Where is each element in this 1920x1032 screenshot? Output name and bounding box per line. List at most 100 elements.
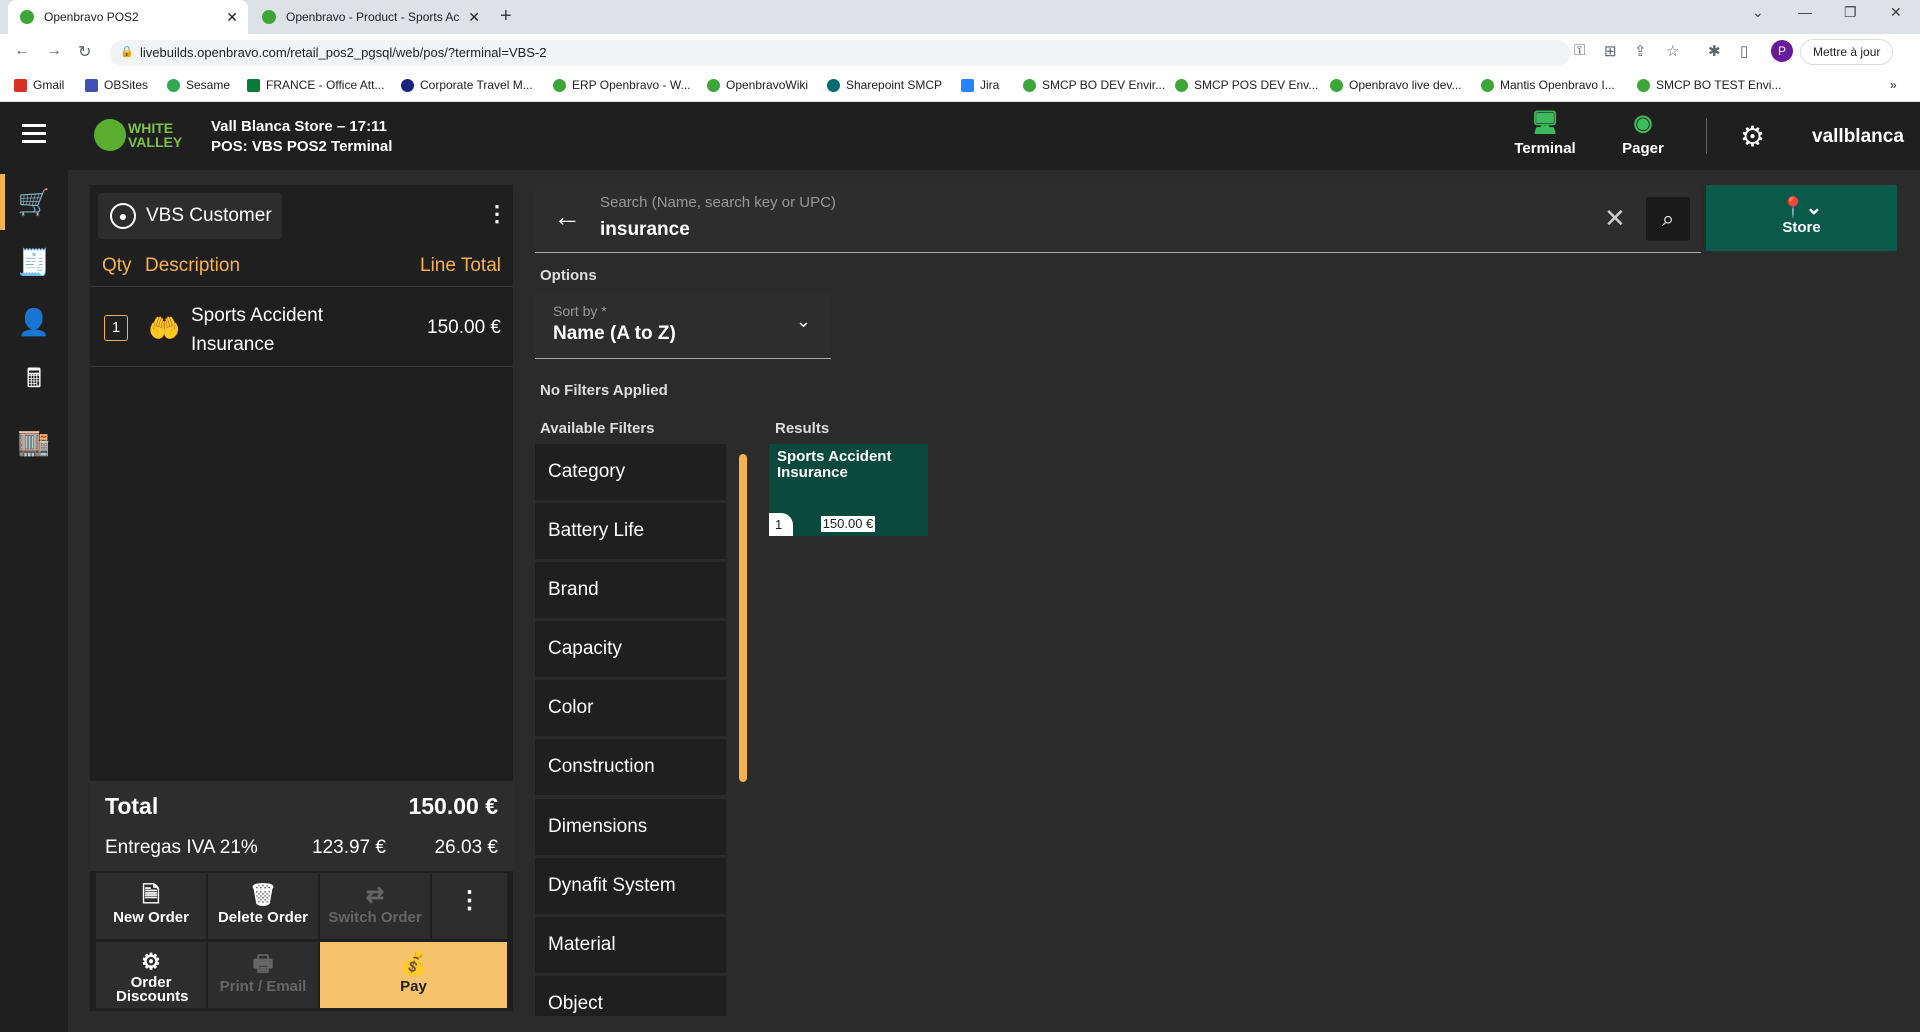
- insurance-hand-icon: 🤲: [148, 313, 181, 343]
- pos-top-bar: WHITE VALLEY Vall Blanca Store – 17:11 P…: [0, 102, 1920, 170]
- browser-tab-strip: Openbravo POS2 ✕ Openbravo - Product - S…: [0, 0, 1920, 34]
- gear-icon[interactable]: ⚙: [1740, 120, 1765, 153]
- filter-capacity[interactable]: Capacity: [535, 621, 726, 677]
- password-key-icon[interactable]: ⚿: [1574, 42, 1585, 59]
- filter-battery-life[interactable]: Battery Life: [535, 503, 726, 559]
- username[interactable]: vallblanca: [1812, 126, 1904, 148]
- cash-register-icon[interactable]: 🖩: [0, 354, 68, 410]
- back-icon[interactable]: ←: [14, 42, 30, 60]
- filter-dynafit-system[interactable]: Dynafit System: [535, 858, 726, 914]
- filter-dimensions[interactable]: Dimensions: [535, 799, 726, 855]
- terminal-button[interactable]: 🖥 Terminal: [1505, 110, 1585, 157]
- ticket-line[interactable]: 1 🤲 Sports Accident Insurance 150.00 €: [90, 291, 513, 367]
- bookmark-france-office[interactable]: FRANCE - Office Att...: [247, 78, 384, 92]
- line-qty[interactable]: 1: [104, 315, 128, 341]
- forward-icon[interactable]: →: [46, 42, 62, 60]
- clear-icon[interactable]: ✕: [1604, 203, 1626, 234]
- filter-category[interactable]: Category: [535, 444, 726, 500]
- search-placeholder: Search (Name, search key or UPC): [600, 194, 836, 211]
- bookmark-smcp-bo-test[interactable]: SMCP BO TEST Envi...: [1637, 78, 1781, 92]
- bookmark-corporate-travel[interactable]: Corporate Travel M...: [401, 78, 533, 92]
- filter-object[interactable]: Object: [535, 976, 726, 1016]
- bookmark-gmail[interactable]: Gmail: [14, 78, 64, 92]
- more-bookmarks-icon[interactable]: »: [1890, 78, 1897, 92]
- new-tab-icon[interactable]: +: [500, 5, 512, 28]
- no-filters-applied: No Filters Applied: [540, 382, 668, 399]
- store-filter-button[interactable]: 📍⌄ Store: [1706, 185, 1897, 251]
- translate-icon[interactable]: ⊞: [1604, 42, 1617, 60]
- tab-search-icon[interactable]: ⌄: [1752, 4, 1764, 21]
- more-actions-button[interactable]: ⋮: [432, 873, 507, 939]
- sesame-icon: [167, 78, 180, 92]
- order-discounts-button[interactable]: ⚙ Order Discounts: [96, 942, 206, 1008]
- bookmark-smcp-bo-dev[interactable]: SMCP BO DEV Envir...: [1023, 78, 1165, 92]
- openbravo-icon: [1330, 78, 1343, 92]
- bookmark-sesame[interactable]: Sesame: [167, 78, 230, 92]
- bookmark-jira[interactable]: Jira: [961, 78, 999, 92]
- close-tab-icon[interactable]: ✕: [226, 9, 238, 26]
- pos-app: WHITE VALLEY Vall Blanca Store – 17:11 P…: [0, 102, 1920, 1032]
- filter-brand[interactable]: Brand: [535, 562, 726, 618]
- browser-tab-pos2[interactable]: Openbravo POS2 ✕: [8, 0, 248, 34]
- restore-icon[interactable]: ❐: [1844, 4, 1857, 21]
- store-time: Vall Blanca Store – 17:11: [211, 118, 387, 135]
- pager-button[interactable]: ◉ Pager: [1603, 110, 1683, 157]
- col-line-total: Line Total: [420, 255, 501, 276]
- delete-order-button[interactable]: 🗑 Delete Order: [208, 873, 318, 939]
- filter-material[interactable]: Material: [535, 917, 726, 973]
- filter-construction[interactable]: Construction: [535, 739, 726, 795]
- search-input[interactable]: insurance: [600, 219, 690, 241]
- bookmark-erp-openbravo[interactable]: ERP Openbravo - W...: [553, 78, 691, 92]
- product-card[interactable]: Sports Accident Insurance 1 150.00 €: [769, 444, 928, 536]
- close-tab-icon[interactable]: ✕: [468, 9, 480, 26]
- pay-button[interactable]: 💰 Pay: [320, 942, 507, 1008]
- new-order-button[interactable]: 🗎 New Order: [96, 873, 206, 939]
- print-email-button[interactable]: 🖶 Print / Email: [208, 942, 318, 1008]
- share-icon[interactable]: ⇪: [1634, 42, 1647, 60]
- bookmark-obsites[interactable]: OBSites: [85, 78, 148, 92]
- monitor-icon: 🖥: [1531, 110, 1559, 135]
- product-qty-badge: 1: [769, 513, 793, 536]
- openbravo-icon: [1637, 78, 1650, 92]
- menu-icon[interactable]: [22, 124, 46, 144]
- bookmark-mantis[interactable]: Mantis Openbravo I...: [1481, 78, 1615, 92]
- product-price: 150.00 €: [820, 515, 876, 533]
- update-button[interactable]: Mettre à jour: [1800, 39, 1894, 65]
- bookmark-smcp-pos-dev[interactable]: SMCP POS DEV Env...: [1175, 78, 1318, 92]
- bookmark-sharepoint[interactable]: Sharepoint SMCP: [827, 78, 942, 92]
- sort-select[interactable]: Sort by * Name (A to Z) ⌄: [535, 291, 831, 359]
- openbravo-icon: [707, 78, 720, 92]
- logo-text: WHITE VALLEY: [128, 120, 183, 150]
- cart-icon[interactable]: 🛒: [0, 174, 68, 230]
- side-panel-icon[interactable]: ▯: [1740, 42, 1748, 60]
- extensions-icon[interactable]: ✱: [1708, 42, 1721, 60]
- bookmark-star-icon[interactable]: ☆: [1666, 42, 1679, 60]
- openbravo-favicon-icon: [262, 10, 276, 24]
- bookmark-openbravo-wiki[interactable]: OpenbravoWiki: [707, 78, 808, 92]
- openbravo-icon: [1481, 78, 1494, 92]
- filter-color[interactable]: Color: [535, 680, 726, 736]
- switch-order-button[interactable]: ⇄ Switch Order: [320, 873, 430, 939]
- pay-hand-icon: 💰: [399, 951, 428, 976]
- filters-scrollbar[interactable]: [739, 454, 747, 782]
- openbravo-icon: [553, 78, 566, 92]
- minimize-icon[interactable]: —: [1798, 4, 1812, 20]
- browser-tab-product[interactable]: Openbravo - Product - Sports Ac ✕: [250, 0, 490, 34]
- receipts-icon[interactable]: 🧾: [0, 234, 68, 290]
- back-arrow-icon[interactable]: ←: [553, 201, 581, 233]
- trash-icon: 🗑: [249, 882, 277, 907]
- ticket-actions: 🗎 New Order 🗑 Delete Order ⇄ Switch Orde…: [90, 871, 513, 1011]
- store-icon[interactable]: 🏬: [0, 414, 68, 470]
- white-valley-logo: [94, 119, 126, 151]
- bookmark-openbravo-live[interactable]: Openbravo live dev...: [1330, 78, 1462, 92]
- url-field[interactable]: 🔒 livebuilds.openbravo.com/retail_pos2_p…: [110, 40, 1570, 66]
- printer-icon: 🖶: [252, 951, 274, 976]
- reload-icon[interactable]: ↻: [78, 42, 91, 62]
- ticket-menu-icon[interactable]: ⋮: [486, 203, 508, 225]
- profile-avatar[interactable]: P: [1771, 40, 1793, 62]
- kebab-icon: ⋮: [457, 887, 482, 914]
- customer-button[interactable]: ● VBS Customer: [98, 193, 282, 239]
- search-icon[interactable]: ⌕: [1646, 197, 1690, 241]
- customer-icon[interactable]: 👤: [0, 294, 68, 350]
- close-window-icon[interactable]: ✕: [1890, 4, 1902, 21]
